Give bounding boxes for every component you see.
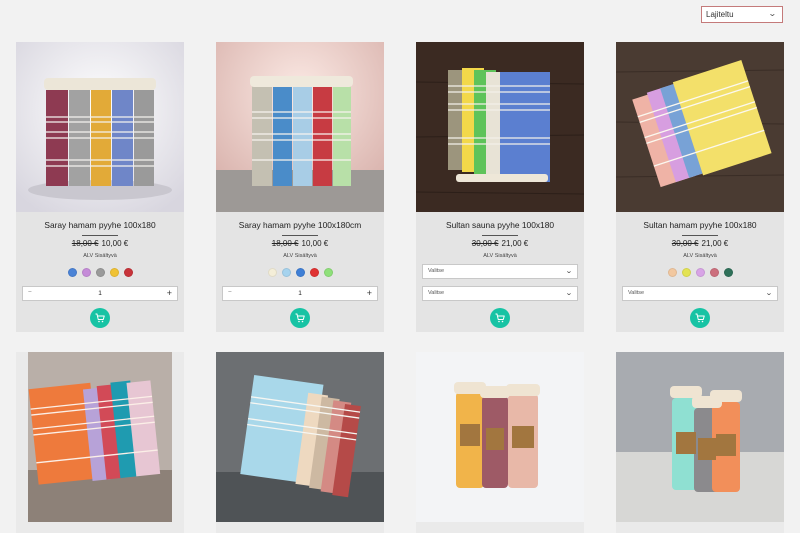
divider (682, 235, 718, 236)
sale-price: 21,00 € (501, 239, 529, 248)
increment-button[interactable]: + (367, 288, 372, 298)
divider (82, 235, 118, 236)
option-select[interactable]: Valitse ⌄ (422, 264, 578, 279)
product-image[interactable] (616, 42, 784, 212)
sort-dropdown[interactable]: Lajiteltu ⌄ (701, 6, 783, 23)
add-to-cart-button[interactable] (290, 308, 310, 328)
product-image[interactable] (16, 42, 184, 212)
product-image[interactable] (416, 352, 584, 522)
product-image[interactable] (28, 352, 172, 522)
color-swatch[interactable] (295, 268, 305, 277)
select-placeholder: Valitse (428, 290, 445, 296)
select-placeholder: Valitse (628, 290, 645, 296)
vat-note: ALV Sisältyvä (283, 253, 317, 259)
color-swatch[interactable] (681, 268, 691, 277)
quantity-value[interactable]: 1 (23, 290, 177, 297)
color-swatch[interactable] (109, 268, 119, 277)
color-swatches (16, 268, 184, 277)
product-price: 30,00 €21,00 € (616, 239, 784, 248)
product-image[interactable] (416, 42, 584, 212)
product-price: 18,00 €10,00 € (216, 239, 384, 248)
product-price: 18,00 €10,00 € (16, 239, 184, 248)
chevron-down-icon: ⌄ (765, 290, 773, 297)
product-card: Saray hamam pyyhe 100x180 18,00 €10,00 €… (16, 42, 184, 332)
shopping-cart-icon (95, 313, 105, 323)
color-swatch[interactable] (67, 268, 77, 277)
sale-price: 10,00 € (101, 239, 129, 248)
color-swatch[interactable] (267, 268, 277, 277)
add-to-cart-button[interactable] (690, 308, 710, 328)
chevron-down-icon: ⌄ (565, 290, 573, 297)
product-title[interactable]: Sultan sauna pyyhe 100x180 (416, 220, 584, 230)
color-swatch[interactable] (81, 268, 91, 277)
chevron-down-icon: ⌄ (565, 268, 573, 275)
shopping-cart-icon (295, 313, 305, 323)
product-title[interactable]: Saray hamam pyyhe 100x180cm (216, 220, 384, 230)
color-swatch[interactable] (95, 268, 105, 277)
select-placeholder: Valitse (428, 268, 445, 274)
old-price: 18,00 € (71, 239, 99, 248)
color-swatches (616, 268, 784, 277)
product-card: Sultan hamam pyyhe 100x180 30,00 €21,00 … (616, 42, 784, 332)
quantity-stepper[interactable]: − 1 + (22, 286, 178, 301)
product-card (616, 352, 784, 533)
color-swatch[interactable] (309, 268, 319, 277)
product-card (416, 352, 584, 533)
product-card: Saray hamam pyyhe 100x180cm 18,00 €10,00… (216, 42, 384, 332)
color-swatch[interactable] (695, 268, 705, 277)
product-card: Sultan sauna pyyhe 100x180 30,00 €21,00 … (416, 42, 584, 332)
shopping-cart-icon (695, 313, 705, 323)
old-price: 30,00 € (671, 239, 699, 248)
product-image[interactable] (216, 42, 384, 212)
product-image[interactable] (616, 352, 784, 522)
color-swatch[interactable] (723, 268, 733, 277)
old-price: 30,00 € (471, 239, 499, 248)
product-image[interactable] (216, 352, 384, 522)
product-card (16, 352, 184, 533)
old-price: 18,00 € (271, 239, 299, 248)
divider (482, 235, 518, 236)
vat-note: ALV Sisältyvä (683, 253, 717, 259)
sale-price: 21,00 € (701, 239, 729, 248)
option-select[interactable]: Valitse ⌄ (422, 286, 578, 301)
sort-label: Lajiteltu (706, 10, 734, 19)
option-select[interactable]: Valitse ⌄ (622, 286, 778, 301)
chevron-down-icon: ⌄ (768, 9, 778, 18)
product-title[interactable]: Saray hamam pyyhe 100x180 (16, 220, 184, 230)
vat-note: ALV Sisältyvä (83, 253, 117, 259)
sale-price: 10,00 € (301, 239, 329, 248)
color-swatch[interactable] (667, 268, 677, 277)
product-price: 30,00 €21,00 € (416, 239, 584, 248)
add-to-cart-button[interactable] (90, 308, 110, 328)
add-to-cart-button[interactable] (490, 308, 510, 328)
color-swatch[interactable] (123, 268, 133, 277)
increment-button[interactable]: + (167, 288, 172, 298)
color-swatch[interactable] (709, 268, 719, 277)
quantity-value[interactable]: 1 (223, 290, 377, 297)
product-card (216, 352, 384, 533)
color-swatch[interactable] (323, 268, 333, 277)
shopping-cart-icon (495, 313, 505, 323)
quantity-stepper[interactable]: − 1 + (222, 286, 378, 301)
color-swatches (216, 268, 384, 277)
vat-note: ALV Sisältyvä (483, 253, 517, 259)
divider (282, 235, 318, 236)
product-title[interactable]: Sultan hamam pyyhe 100x180 (616, 220, 784, 230)
color-swatch[interactable] (281, 268, 291, 277)
